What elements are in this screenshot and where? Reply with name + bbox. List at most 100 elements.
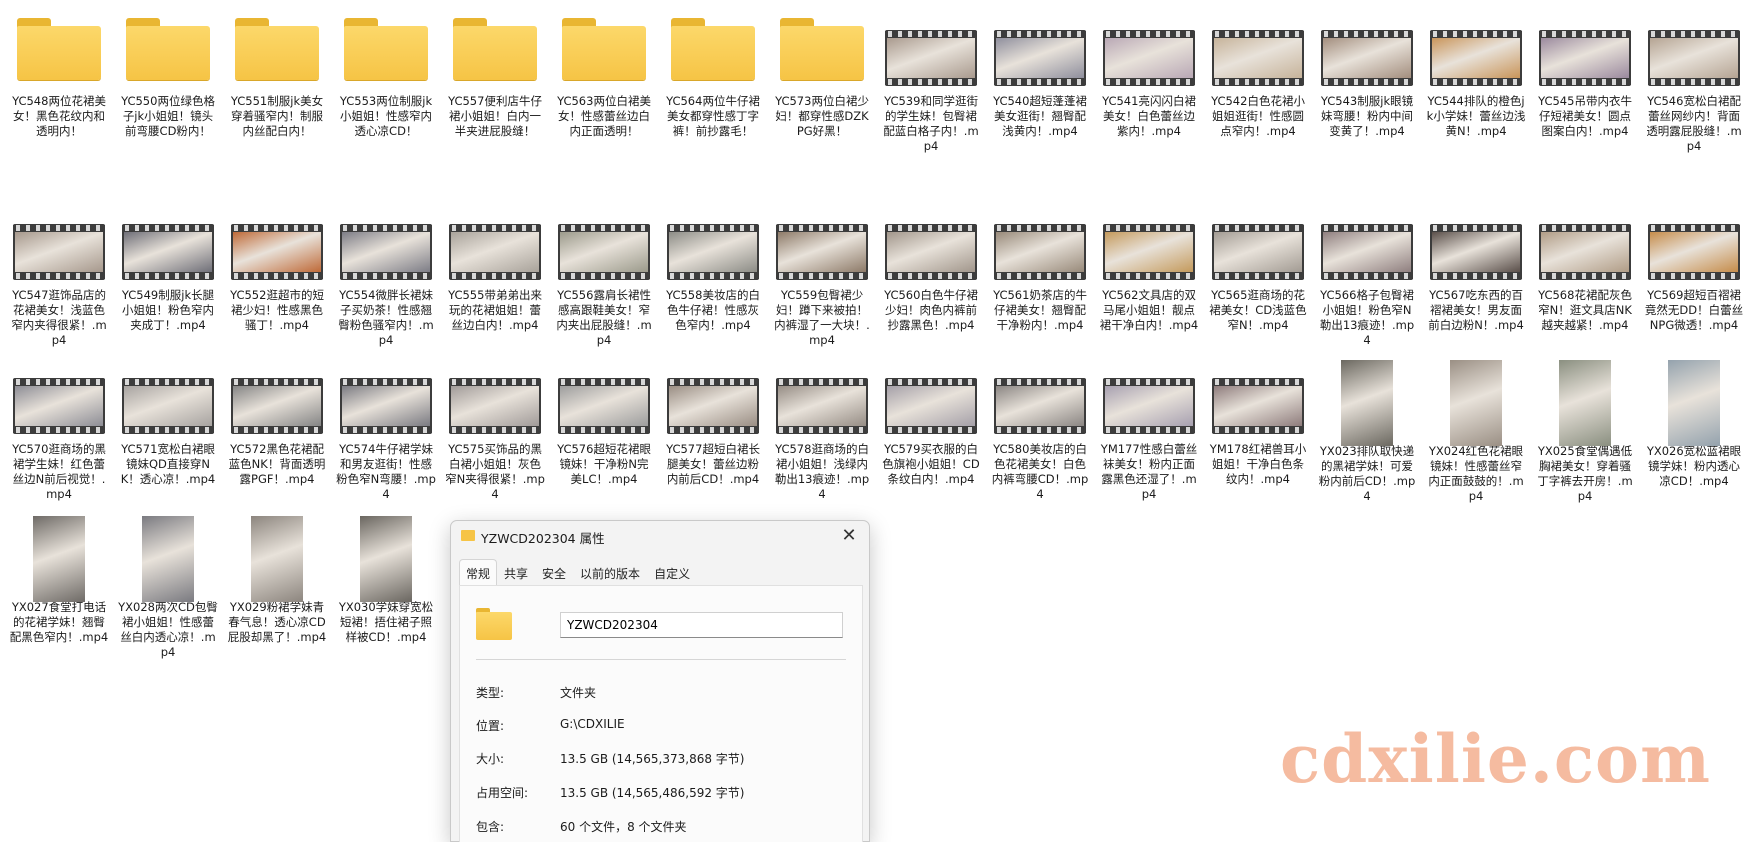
video-file-item[interactable]: YC554微胖长裙妹子买奶茶！性感翘臀粉色骚窄内！.mp4 xyxy=(332,206,440,348)
dialog-title-bar[interactable]: YZWCD202304 属性 ✕ xyxy=(451,521,869,551)
video-thumbnail xyxy=(1648,12,1740,86)
video-file-item[interactable]: YC558美妆店的白色牛仔裙！性感灰色窄内！.mp4 xyxy=(659,206,767,333)
video-file-item[interactable]: YC567吃东西的百褶裙美女！男友面前白边粉N！.mp4 xyxy=(1422,206,1530,333)
file-name-label: YC552逛超市的短裙少妇！性感黑色骚丁！.mp4 xyxy=(230,288,324,332)
video-file-item[interactable]: YC572黑色花裙配蓝色NK！背面透明露PGF！.mp4 xyxy=(223,360,331,487)
folder-icon xyxy=(122,12,214,82)
folder-item[interactable]: YC548两位花裙美女！黑色花纹内和透明内！ xyxy=(5,12,113,139)
folder-item[interactable]: YC573两位白裙少妇！都穿性感DZKPG好黑！ xyxy=(768,12,876,139)
video-file-item[interactable]: YC545吊带内衣牛仔短裙美女！圆点图案白内！.mp4 xyxy=(1531,12,1639,139)
video-file-item[interactable]: YC575买饰品的黑白裙小姐姐！灰色窄N夹得很紧！.mp4 xyxy=(441,360,549,502)
close-button[interactable]: ✕ xyxy=(829,521,869,551)
tab-sharing[interactable]: 共享 xyxy=(497,559,535,588)
video-file-item[interactable]: YX026宽松蓝裙眼镜学妹！粉内透心凉CD！.mp4 xyxy=(1640,360,1748,489)
video-file-item[interactable]: YC576超短花裙眼镜妹！干净粉N完美LC！.mp4 xyxy=(550,360,658,487)
video-file-item[interactable]: YC549制服jk长腿小姐姐！粉色窄内夹成丁！.mp4 xyxy=(114,206,222,333)
video-file-item[interactable]: YX029粉裙学妹青春气息！透心凉CD屁股却黑了！.mp4 xyxy=(223,516,331,645)
video-file-item[interactable]: YX028两次CD包臀裙小姐姐！性感蕾丝白内透心凉！.mp4 xyxy=(114,516,222,660)
tab-security[interactable]: 安全 xyxy=(535,559,573,588)
video-thumbnail xyxy=(13,516,105,606)
file-name-label: YC543制服jk眼镜妹弯腰！粉内中间变黄了！.mp4 xyxy=(1320,94,1414,138)
video-file-item[interactable]: YX025食堂偶遇低胸裙美女！穿着骚丁字裤去开房！.mp4 xyxy=(1531,360,1639,504)
file-name-label: YX023排队取快递的黑裙学妹！可爱粉内前后CD！.mp4 xyxy=(1318,444,1416,503)
video-thumbnail xyxy=(885,206,977,280)
video-thumbnail xyxy=(776,206,868,280)
video-thumbnail xyxy=(340,516,432,606)
video-file-item[interactable]: YC579买衣服的白色旗袍小姐姐！CD条纹白内！.mp4 xyxy=(877,360,985,487)
file-name-label: YC547逛饰品店的花裙美女！浅蓝色窄内夹得很紧！.mp4 xyxy=(11,288,107,347)
video-thumbnail xyxy=(994,360,1086,434)
folder-item[interactable]: YC553两位制服jk小姐姐！性感窄内透心凉CD！ xyxy=(332,12,440,139)
video-file-item[interactable]: YX030学妹穿宽松短裙！捂住裙子照样被CD！.mp4 xyxy=(332,516,440,645)
video-thumbnail xyxy=(1430,12,1522,86)
video-file-item[interactable]: YX023排队取快递的黑裙学妹！可爱粉内前后CD！.mp4 xyxy=(1313,360,1421,504)
folder-icon xyxy=(231,12,323,82)
folder-name-input[interactable] xyxy=(560,612,843,638)
video-file-item[interactable]: YC547逛饰品店的花裙美女！浅蓝色窄内夹得很紧！.mp4 xyxy=(5,206,113,348)
video-file-item[interactable]: YC569超短百褶裙竟然无DD！白蕾丝NPG微透！.mp4 xyxy=(1640,206,1748,333)
video-file-item[interactable]: YC571宽松白裙眼镜妹QD直接穿NK！透心凉！.mp4 xyxy=(114,360,222,487)
video-thumbnail xyxy=(340,206,432,280)
video-file-item[interactable]: YX024红色花裙眼镜妹！性感蕾丝窄内正面鼓鼓的！.mp4 xyxy=(1422,360,1530,504)
video-file-item[interactable]: YC570逛商场的黑裙学生妹！红色蕾丝边N前后视觉！.mp4 xyxy=(5,360,113,502)
video-file-item[interactable]: YM177性感白蕾丝袜美女！粉内正面露黑色还湿了！.mp4 xyxy=(1095,360,1203,502)
video-thumbnail xyxy=(1103,360,1195,434)
video-file-item[interactable]: YC540超短蓬蓬裙美女逛街！翘臀配浅黄内！.mp4 xyxy=(986,12,1094,139)
tab-customize[interactable]: 自定义 xyxy=(647,559,697,588)
video-file-item[interactable]: YC559包臀裙少妇！蹲下来被拍！内裤湿了一大块！.mp4 xyxy=(768,206,876,348)
folder-item[interactable]: YC550两位绿色格子jk小姐姐！镜头前弯腰CD粉内！ xyxy=(114,12,222,139)
video-file-item[interactable]: YC578逛商场的白裙小姐姐！浅绿内勒出13痕迹！.mp4 xyxy=(768,360,876,502)
file-name-label: YM178红裙兽耳小姐姐！干净白色条纹内！.mp4 xyxy=(1209,442,1307,486)
folder-item[interactable]: YC551制服jk美女穿着骚窄内！制服内丝配白内！ xyxy=(223,12,331,139)
video-thumbnail xyxy=(1212,206,1304,280)
video-file-item[interactable]: YC565逛商场的花裙美女！CD浅蓝色窄N！.mp4 xyxy=(1204,206,1312,333)
video-thumbnail xyxy=(231,516,323,606)
file-name-label: YC544排队的橙色jk小学妹！蕾丝边浅黄N！.mp4 xyxy=(1426,94,1526,138)
file-name-label: YX027食堂打电话的花裙学妹！翘臀配黑色窄内！.mp4 xyxy=(9,600,109,644)
video-file-item[interactable]: YC539和同学逛街的学生妹！包臀裙配蓝白格子内！.mp4 xyxy=(877,12,985,154)
video-file-item[interactable]: YX027食堂打电话的花裙学妹！翘臀配黑色窄内！.mp4 xyxy=(5,516,113,645)
video-file-item[interactable]: YC568花裙配灰色窄N！逛文具店NK越夹越紧！.mp4 xyxy=(1531,206,1639,333)
video-file-item[interactable]: YC580美妆店的白色花裙美女！白色内裤弯腰CD！.mp4 xyxy=(986,360,1094,502)
video-file-item[interactable]: YC555带弟弟出来玩的花裙姐姐！蕾丝边白内！.mp4 xyxy=(441,206,549,333)
tab-previous-versions[interactable]: 以前的版本 xyxy=(573,559,647,588)
prop-label: 占用空间: xyxy=(476,786,529,800)
video-file-item[interactable]: YC542白色花裙小姐姐逛街！性感圆点窄内！.mp4 xyxy=(1204,12,1312,139)
video-file-item[interactable]: YC566格子包臀裙小姐姐！粉色窄N勒出13痕迹！.mp4 xyxy=(1313,206,1421,348)
file-name-label: YC574牛仔裙学妹和男友逛街！性感粉色窄N弯腰！.mp4 xyxy=(336,442,436,501)
video-file-item[interactable]: YC544排队的橙色jk小学妹！蕾丝边浅黄N！.mp4 xyxy=(1422,12,1530,139)
video-file-item[interactable]: YC546宽松白裙配蕾丝网纱内！背面透明露屁股缝！.mp4 xyxy=(1640,12,1748,154)
video-thumbnail xyxy=(13,206,105,280)
video-thumbnail xyxy=(1212,360,1304,434)
file-name-label: YC573两位白裙少妇！都穿性感DZKPG好黑！ xyxy=(775,94,869,138)
video-file-item[interactable]: YC556露肩长裙性感高跟鞋美女！窄内夹出屁股缝！.mp4 xyxy=(550,206,658,348)
video-thumbnail xyxy=(1321,12,1413,86)
video-file-item[interactable]: YM178红裙兽耳小姐姐！干净白色条纹内！.mp4 xyxy=(1204,360,1312,487)
folder-item[interactable]: YC564两位牛仔裙美女都穿性感丁字裤！前抄露毛！ xyxy=(659,12,767,139)
video-file-item[interactable]: YC560白色牛仔裙少妇！肉色内裤前抄露黑色！.mp4 xyxy=(877,206,985,333)
file-name-label: YC558美妆店的白色牛仔裙！性感灰色窄内！.mp4 xyxy=(666,288,760,332)
video-thumbnail xyxy=(231,206,323,280)
prop-value: 13.5 GB (14,565,486,592 字节) xyxy=(560,786,745,800)
video-file-item[interactable]: YC577超短白裙长腿美女！蕾丝边粉内前后CD！.mp4 xyxy=(659,360,767,487)
prop-label: 位置: xyxy=(476,719,505,733)
video-file-item[interactable]: YC541亮闪闪白裙美女！白色蕾丝边紫内！.mp4 xyxy=(1095,12,1203,139)
video-file-item[interactable]: YC574牛仔裙学妹和男友逛街！性感粉色窄N弯腰！.mp4 xyxy=(332,360,440,502)
folder-item[interactable]: YC563两位白裙美女！性感蕾丝边白内正面透明！ xyxy=(550,12,658,139)
folder-item[interactable]: YC557便利店牛仔裙小姐姐！白内一半夹进屁股缝！ xyxy=(441,12,549,139)
file-name-label: YC557便利店牛仔裙小姐姐！白内一半夹进屁股缝！ xyxy=(448,94,542,138)
prop-label: 大小: xyxy=(476,752,505,766)
file-name-label: YM177性感白蕾丝袜美女！粉内正面露黑色还湿了！.mp4 xyxy=(1100,442,1198,501)
video-file-item[interactable]: YC543制服jk眼镜妹弯腰！粉内中间变黄了！.mp4 xyxy=(1313,12,1421,139)
folder-icon xyxy=(449,12,541,82)
file-name-label: YC541亮闪闪白裙美女！白色蕾丝边紫内！.mp4 xyxy=(1102,94,1196,138)
video-thumbnail xyxy=(1430,360,1522,450)
video-file-item[interactable]: YC562文具店的双马尾小姐姐！靓点裙干净白内！.mp4 xyxy=(1095,206,1203,333)
file-name-label: YC556露肩长裙性感高跟鞋美女！窄内夹出屁股缝！.mp4 xyxy=(556,288,652,347)
prop-label: 类型: xyxy=(476,686,505,700)
folder-icon xyxy=(340,12,432,82)
video-file-item[interactable]: YC552逛超市的短裙少妇！性感黑色骚丁！.mp4 xyxy=(223,206,331,333)
file-name-label: YC551制服jk美女穿着骚窄内！制服内丝配白内！ xyxy=(230,94,324,138)
file-name-label: YC559包臀裙少妇！蹲下来被拍！内裤湿了一大块！.mp4 xyxy=(774,288,870,347)
video-file-item[interactable]: YC561奶茶店的牛仔裙美女！翘臀配干净粉内！.mp4 xyxy=(986,206,1094,333)
